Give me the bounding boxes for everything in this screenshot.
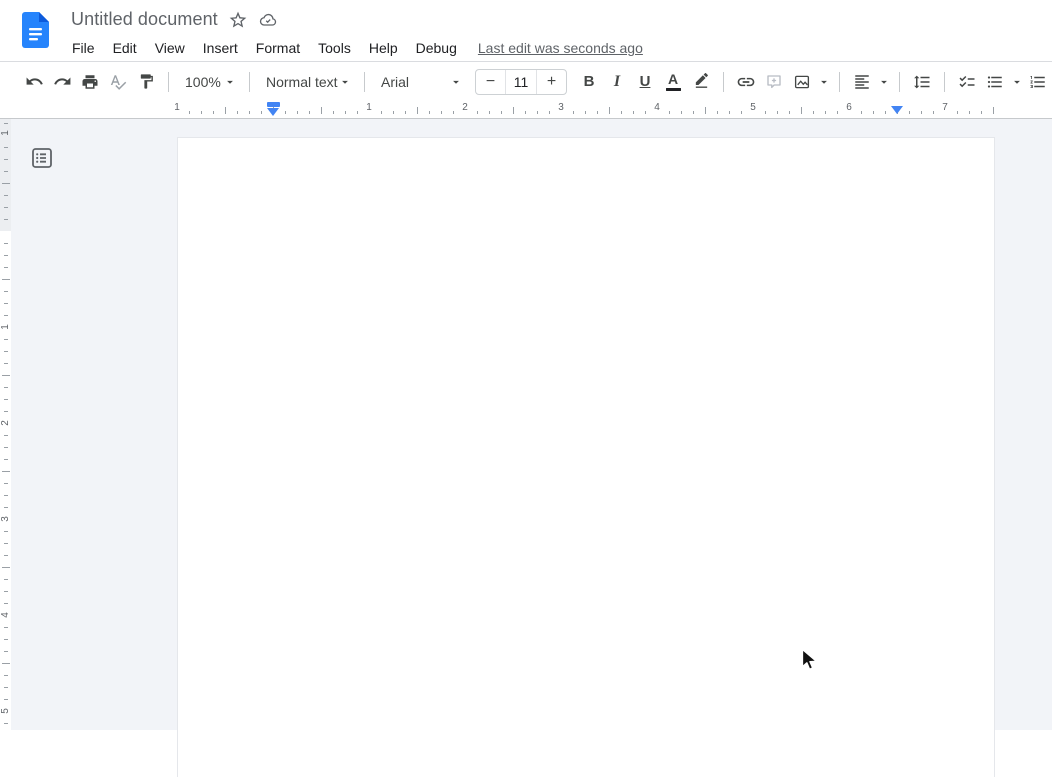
bulleted-list-group	[981, 68, 1024, 96]
toolbar-separator	[364, 72, 365, 92]
paragraph-style-value: Normal text	[266, 74, 338, 90]
show-outline-button[interactable]	[30, 146, 54, 170]
menu-debug[interactable]: Debug	[407, 37, 466, 59]
menu-file[interactable]: File	[63, 37, 104, 59]
chevron-down-icon	[223, 75, 237, 89]
toolbar-separator	[168, 72, 169, 92]
bold-glyph: B	[584, 73, 595, 90]
bulleted-list-dropdown[interactable]	[1009, 68, 1024, 96]
numbered-list-icon	[1029, 73, 1047, 91]
menu-help[interactable]: Help	[360, 37, 407, 59]
menu-format[interactable]: Format	[247, 37, 309, 59]
decrease-font-size-button[interactable]: −	[476, 70, 505, 94]
menu-bar: File Edit View Insert Format Tools Help …	[63, 36, 643, 60]
checklist-button[interactable]	[953, 68, 981, 96]
chevron-down-icon	[1010, 75, 1024, 89]
toolbar-separator	[944, 72, 945, 92]
comment-add-icon	[765, 73, 783, 91]
paint-format-button[interactable]	[132, 68, 160, 96]
align-dropdown[interactable]	[876, 68, 891, 96]
undo-button[interactable]	[20, 68, 48, 96]
checklist-icon	[958, 73, 976, 91]
zoom-select[interactable]: 100%	[177, 68, 241, 96]
zoom-value: 100%	[185, 74, 221, 90]
chevron-down-icon	[817, 75, 831, 89]
line-spacing-icon	[913, 73, 931, 91]
line-spacing-button[interactable]	[908, 68, 936, 96]
left-indent-marker[interactable]	[267, 108, 279, 116]
menu-edit[interactable]: Edit	[104, 37, 146, 59]
italic-glyph: I	[614, 73, 620, 91]
right-indent-marker[interactable]	[891, 106, 903, 114]
highlight-color-button[interactable]	[687, 68, 715, 96]
highlighter-icon	[693, 73, 710, 90]
numbered-list-button[interactable]	[1024, 68, 1052, 96]
add-comment-button[interactable]	[760, 68, 788, 96]
document-outline-icon	[31, 147, 53, 169]
document-canvas	[0, 119, 1052, 730]
underline-button[interactable]: U	[631, 68, 659, 96]
document-title[interactable]: Untitled document	[71, 9, 218, 30]
toolbar-separator	[899, 72, 900, 92]
toolbar-separator	[249, 72, 250, 92]
toolbar-separator	[723, 72, 724, 92]
text-color-icon: A	[666, 72, 681, 91]
menu-insert[interactable]: Insert	[194, 37, 247, 59]
text-color-button[interactable]: A	[659, 68, 687, 96]
redo-button[interactable]	[48, 68, 76, 96]
bulleted-list-button[interactable]	[981, 68, 1009, 96]
font-size-control: − 11 +	[475, 69, 567, 95]
align-group	[848, 68, 891, 96]
insert-image-button[interactable]	[788, 68, 816, 96]
last-edit-link[interactable]: Last edit was seconds ago	[478, 40, 643, 56]
first-line-indent-marker[interactable]	[267, 102, 280, 107]
chevron-down-icon	[877, 75, 891, 89]
toolbar-separator	[839, 72, 840, 92]
toolbar: 100% Normal text Arial − 11 + B I U	[0, 63, 1052, 100]
header: Untitled document File Edit View Insert …	[0, 0, 1052, 62]
spellcheck-button[interactable]	[104, 68, 132, 96]
insert-link-button[interactable]	[732, 68, 760, 96]
horizontal-ruler[interactable]: 11234567	[0, 100, 1052, 119]
title-row: Untitled document	[71, 9, 278, 30]
italic-button[interactable]: I	[603, 68, 631, 96]
align-button[interactable]	[848, 68, 876, 96]
vertical-ruler-page	[0, 231, 11, 730]
link-icon	[736, 72, 756, 92]
increase-font-size-button[interactable]: +	[537, 70, 566, 94]
vertical-ruler[interactable]: 112345	[0, 119, 11, 730]
paragraph-style-select[interactable]: Normal text	[258, 68, 356, 96]
star-icon[interactable]	[228, 10, 248, 30]
google-docs-app: Untitled document File Edit View Insert …	[0, 0, 1052, 730]
font-family-select[interactable]: Arial	[373, 68, 467, 96]
chevron-down-icon	[338, 75, 352, 89]
bold-button[interactable]: B	[575, 68, 603, 96]
menu-view[interactable]: View	[146, 37, 194, 59]
cloud-saved-icon[interactable]	[258, 10, 278, 30]
insert-image-group	[788, 68, 831, 96]
bulleted-list-icon	[986, 73, 1004, 91]
print-button[interactable]	[76, 68, 104, 96]
chevron-down-icon	[449, 75, 463, 89]
align-left-icon	[853, 73, 871, 91]
font-family-value: Arial	[381, 74, 409, 90]
document-page[interactable]	[177, 137, 995, 777]
image-icon	[793, 73, 811, 91]
font-size-input[interactable]: 11	[505, 70, 537, 94]
docs-logo-icon[interactable]	[22, 12, 49, 48]
menu-tools[interactable]: Tools	[309, 37, 360, 59]
insert-image-dropdown[interactable]	[816, 68, 831, 96]
underline-glyph: U	[640, 73, 651, 90]
numbered-list-group	[1024, 68, 1052, 96]
